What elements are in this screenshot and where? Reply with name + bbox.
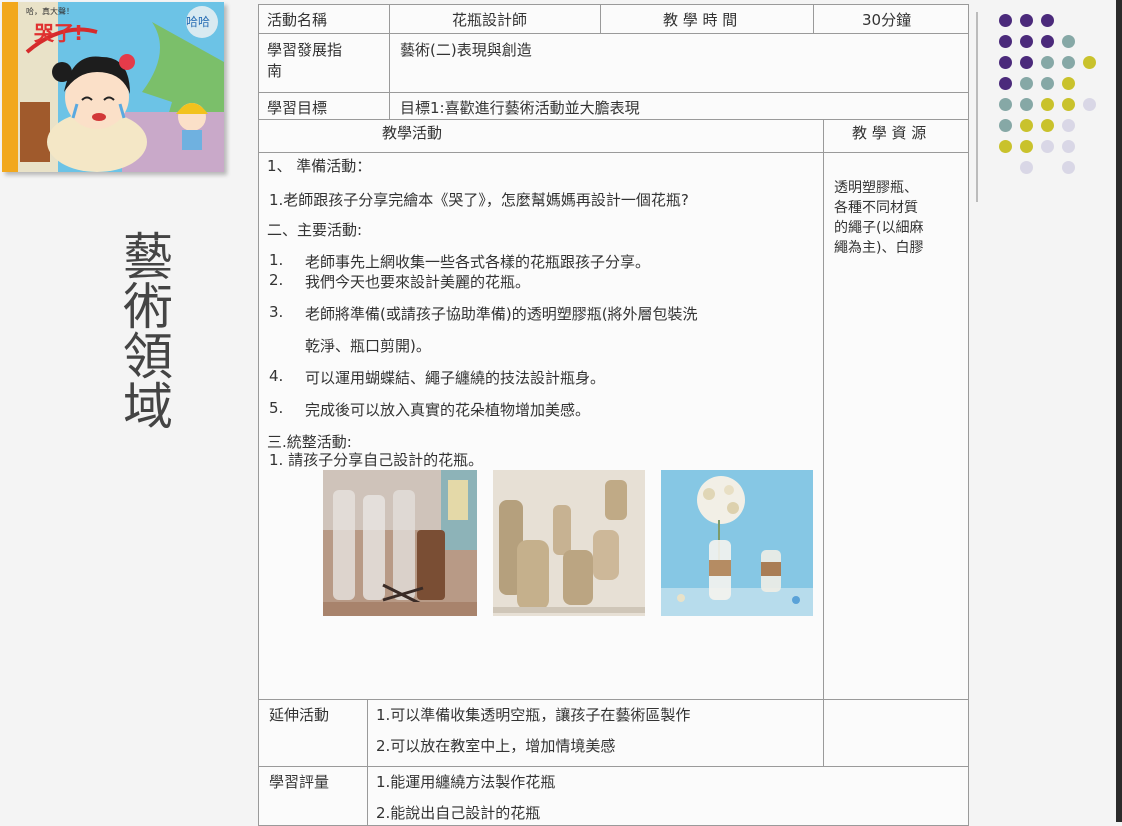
activity-header-cell: 教學活動 — [258, 119, 824, 153]
extension-resource-cell — [823, 699, 969, 767]
main-item-num: 2. — [269, 271, 284, 289]
extension-item: 1.可以準備收集透明空瓶，讓孩子在藝術區製作 — [376, 706, 691, 724]
prep-item: 1.老師跟孩子分享完繪本《哭了》，怎麼幫媽媽再設計一個花瓶? — [269, 191, 689, 209]
guide-label-line2: 南 — [267, 62, 283, 80]
resource-line: 的繩子(以細麻 — [834, 220, 924, 236]
time-label-cell: 教 學 時 間 — [600, 4, 814, 34]
activity-name-value: 花瓶設計師 — [452, 11, 528, 29]
main-item-num: 1. — [269, 251, 284, 269]
guide-value-cell: 藝術(二)表現與創造 — [389, 33, 969, 93]
goal-label: 學習目標 — [267, 99, 328, 117]
photo-twine-vases — [493, 470, 645, 616]
photo-flower-vase — [661, 470, 813, 616]
main-item-text: 我們今天也要來設計美麗的花瓶。 — [305, 273, 531, 291]
book-corner-mark: 哈哈 — [186, 15, 210, 29]
goal-value-cell: 目標1:喜歡進行藝術活動並大膽表現 — [389, 92, 969, 120]
prep-title: 1、 準備活動： — [267, 157, 372, 175]
activity-name-value-cell: 花瓶設計師 — [389, 4, 601, 34]
assessment-label-cell: 學習評量 — [258, 766, 368, 826]
activity-header: 教學活動 — [382, 124, 443, 142]
guide-label-cell: 學習發展指 南 — [258, 33, 390, 93]
main-item-text: 老師將準備(或請孩子協助準備)的透明塑膠瓶(將外層包裝洗 — [305, 305, 698, 323]
book-title: 哭了! — [34, 21, 83, 45]
divider-line — [976, 12, 978, 202]
extension-item: 2.可以放在教室中上，增加情境美感 — [376, 737, 616, 755]
activity-name-label-cell: 活動名稱 — [258, 4, 390, 34]
book-top-label: 哈，真大聲！ — [26, 6, 74, 16]
resource-header: 教 學 資 源 — [852, 124, 927, 142]
guide-value: 藝術(二)表現與創造 — [400, 41, 532, 59]
assessment-label: 學習評量 — [269, 773, 330, 791]
time-value: 30分鐘 — [862, 11, 912, 29]
resource-line: 各種不同材質 — [834, 200, 918, 216]
activity-name-label: 活動名稱 — [267, 11, 328, 29]
picture-book-cover: 哭了! 哈，真大聲！ 哈哈 — [2, 2, 224, 172]
activity-body-cell: 1、 準備活動： 1.老師跟孩子分享完繪本《哭了》，怎麼幫媽媽再設計一個花瓶? … — [258, 152, 824, 700]
assessment-content-cell: 1.能運用纏繞方法製作花瓶 2.能說出自己設計的花瓶 — [367, 766, 969, 826]
goal-label-cell: 學習目標 — [258, 92, 390, 120]
subject-title: 藝術領域 — [115, 230, 173, 430]
time-label: 教 學 時 間 — [663, 11, 738, 29]
extension-label-cell: 延伸活動 — [258, 699, 368, 767]
assessment-item: 1.能運用纏繞方法製作花瓶 — [376, 773, 556, 791]
extension-label: 延伸活動 — [269, 706, 330, 724]
goal-value: 目標1:喜歡進行藝術活動並大膽表現 — [400, 99, 640, 117]
resource-line: 繩為主)、白膠 — [834, 240, 924, 256]
extension-content-cell: 1.可以準備收集透明空瓶，讓孩子在藝術區製作 2.可以放在教室中上，增加情境美感 — [367, 699, 824, 767]
window-edge — [1116, 0, 1122, 822]
lesson-plan-table: 活動名稱 花瓶設計師 教 學 時 間 30分鐘 學習發展指 南 藝術(二)表現與… — [258, 4, 969, 826]
main-item-text: 可以運用蝴蝶結、繩子纏繞的技法設計瓶身。 — [305, 369, 606, 387]
wrap-item: 1. 請孩子分享自己設計的花瓶。 — [269, 451, 484, 469]
main-item-text: 乾淨、瓶口剪開)。 — [305, 337, 431, 355]
main-item-text: 完成後可以放入真實的花朵植物增加美感。 — [305, 401, 591, 419]
main-item-num: 4. — [269, 367, 284, 385]
main-item-num: 3. — [269, 303, 284, 321]
resource-header-cell: 教 學 資 源 — [823, 119, 969, 153]
main-title: 二、主要活動: — [267, 221, 363, 239]
time-value-cell: 30分鐘 — [813, 4, 969, 34]
resource-line: 透明塑膠瓶、 — [834, 180, 918, 196]
main-item-text: 老師事先上網收集一些各式各樣的花瓶跟孩子分享。 — [305, 253, 651, 271]
photo-plastic-bottles — [323, 470, 477, 616]
main-item-num: 5. — [269, 399, 284, 417]
resource-body-cell: 透明塑膠瓶、 各種不同材質 的繩子(以細麻 繩為主)、白膠 — [823, 152, 969, 700]
assessment-item: 2.能說出自己設計的花瓶 — [376, 804, 541, 822]
decorative-dot-grid — [990, 8, 1100, 178]
guide-label-line1: 學習發展指 — [267, 41, 343, 59]
